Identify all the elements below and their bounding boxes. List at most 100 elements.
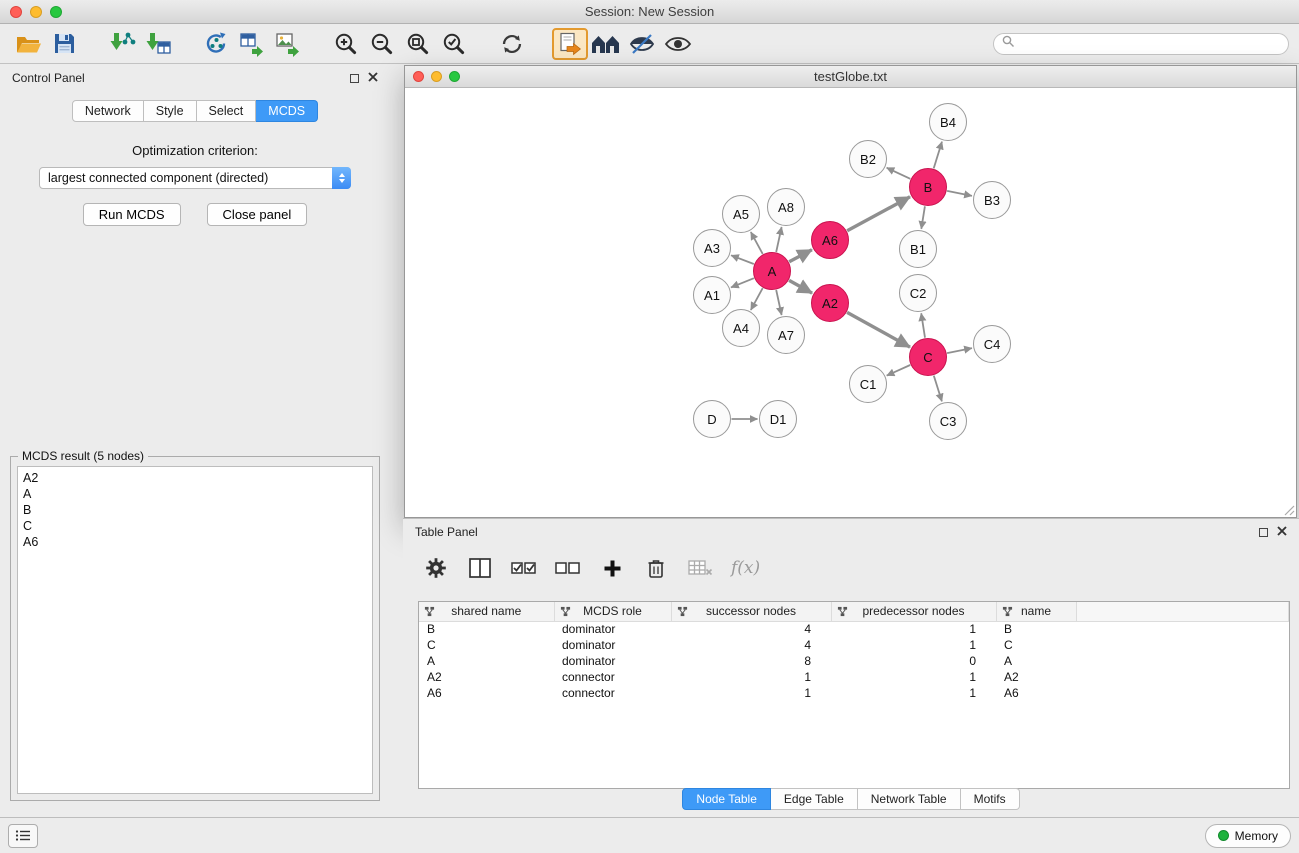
tab-network[interactable]: Network <box>72 100 144 122</box>
zoom-out-icon[interactable] <box>364 28 400 60</box>
zoom-network-window-button[interactable] <box>449 71 460 82</box>
minimize-network-window-button[interactable] <box>431 71 442 82</box>
export-image-icon[interactable] <box>270 28 306 60</box>
delete-columns-icon[interactable] <box>639 552 673 584</box>
network-node-B3[interactable]: B3 <box>973 181 1011 219</box>
network-node-C1[interactable]: C1 <box>849 365 887 403</box>
network-node-C2[interactable]: C2 <box>899 274 937 312</box>
create-column-icon[interactable] <box>595 552 629 584</box>
close-panel-icon[interactable] <box>368 71 378 85</box>
network-edge-A-A8[interactable] <box>776 227 781 252</box>
column-header[interactable]: shared name <box>419 602 554 621</box>
network-node-A4[interactable]: A4 <box>722 309 760 347</box>
show-graphics-details-icon[interactable] <box>660 28 696 60</box>
function-builder-icon[interactable]: f(x) <box>727 552 764 584</box>
network-edge-B-B4[interactable] <box>934 142 942 169</box>
import-network-icon[interactable] <box>104 28 140 60</box>
table-row[interactable]: Adominator80A <box>419 653 1289 669</box>
network-node-D1[interactable]: D1 <box>759 400 797 438</box>
result-item[interactable]: A6 <box>23 534 367 550</box>
result-item[interactable]: A2 <box>23 470 367 486</box>
network-edge-B-B3[interactable] <box>947 191 972 196</box>
table-settings-gear-icon[interactable] <box>419 552 453 584</box>
network-window-titlebar[interactable]: testGlobe.txt <box>405 66 1296 88</box>
network-node-A3[interactable]: A3 <box>693 229 731 267</box>
save-session-icon[interactable] <box>46 28 82 60</box>
import-table-icon[interactable] <box>140 28 176 60</box>
network-edge-A-A3[interactable] <box>731 255 754 264</box>
column-header[interactable]: MCDS role <box>554 602 671 621</box>
open-session-file-icon[interactable] <box>552 28 588 60</box>
refresh-icon[interactable] <box>494 28 530 60</box>
zoom-window-button[interactable] <box>50 6 62 18</box>
network-node-C4[interactable]: C4 <box>973 325 1011 363</box>
result-item[interactable]: A <box>23 486 367 502</box>
network-node-D[interactable]: D <box>693 400 731 438</box>
network-edge-A-A4[interactable] <box>751 288 763 310</box>
network-node-A6[interactable]: A6 <box>811 221 849 259</box>
network-edge-C-C2[interactable] <box>921 313 925 337</box>
network-edge-B-B1[interactable] <box>921 206 925 229</box>
close-window-button[interactable] <box>10 6 22 18</box>
result-item[interactable]: C <box>23 518 367 534</box>
network-node-A1[interactable]: A1 <box>693 276 731 314</box>
network-node-B1[interactable]: B1 <box>899 230 937 268</box>
network-node-B2[interactable]: B2 <box>849 140 887 178</box>
close-network-window-button[interactable] <box>413 71 424 82</box>
delete-table-icon[interactable] <box>683 552 717 584</box>
close-panel-button[interactable]: Close panel <box>207 203 308 226</box>
result-item[interactable]: B <box>23 502 367 518</box>
run-mcds-button[interactable]: Run MCDS <box>83 203 181 226</box>
network-node-A8[interactable]: A8 <box>767 188 805 226</box>
dropdown-stepper-icon[interactable] <box>332 167 351 189</box>
float-table-panel-icon[interactable] <box>1259 528 1268 537</box>
table-row[interactable]: Cdominator41C <box>419 637 1289 653</box>
network-node-A7[interactable]: A7 <box>767 316 805 354</box>
close-table-panel-icon[interactable] <box>1277 525 1287 539</box>
tab-motifs[interactable]: Motifs <box>961 788 1020 810</box>
network-edge-A-A5[interactable] <box>751 232 763 254</box>
tab-node-table[interactable]: Node Table <box>682 788 771 810</box>
task-history-button[interactable] <box>8 824 38 848</box>
column-header[interactable]: name <box>996 602 1076 621</box>
network-edge-A6-B[interactable] <box>847 197 910 231</box>
zoom-fit-icon[interactable] <box>400 28 436 60</box>
new-network-icon[interactable] <box>198 28 234 60</box>
mcds-result-list[interactable]: A2 A B C A6 <box>17 466 373 794</box>
tab-style[interactable]: Style <box>144 100 197 122</box>
export-table-icon[interactable] <box>234 28 270 60</box>
memory-button[interactable]: Memory <box>1205 824 1291 848</box>
column-header[interactable]: predecessor nodes <box>831 602 996 621</box>
network-edge-C-C3[interactable] <box>934 376 942 402</box>
network-node-A2[interactable]: A2 <box>811 284 849 322</box>
network-edge-C-C1[interactable] <box>887 365 911 376</box>
table-row[interactable]: Bdominator41B <box>419 621 1289 637</box>
tab-network-table[interactable]: Network Table <box>858 788 961 810</box>
table-row[interactable]: A2connector11A2 <box>419 669 1289 685</box>
network-edge-A-A6[interactable] <box>789 250 812 262</box>
network-node-A5[interactable]: A5 <box>722 195 760 233</box>
tab-mcds[interactable]: MCDS <box>256 100 318 122</box>
search-box[interactable] <box>993 33 1289 55</box>
show-columns-icon[interactable] <box>463 552 497 584</box>
network-canvas[interactable]: AA6A2BCA1A3A4A5A7A8B1B2B3B4C1C2C3C4DD1 <box>405 89 1296 517</box>
zoom-selected-icon[interactable] <box>436 28 472 60</box>
network-edge-A2-C[interactable] <box>847 312 910 347</box>
criterion-dropdown[interactable]: largest connected component (directed) <box>39 167 351 189</box>
network-edge-A-A1[interactable] <box>731 278 754 287</box>
network-edge-C-C4[interactable] <box>947 348 972 353</box>
show-hide-graphics-icon[interactable] <box>624 28 660 60</box>
float-panel-icon[interactable] <box>350 74 359 83</box>
network-node-C3[interactable]: C3 <box>929 402 967 440</box>
tab-edge-table[interactable]: Edge Table <box>771 788 858 810</box>
open-file-icon[interactable] <box>10 28 46 60</box>
network-node-C[interactable]: C <box>909 338 947 376</box>
table-row[interactable]: A6connector11A6 <box>419 685 1289 701</box>
network-edge-A-A2[interactable] <box>789 280 812 293</box>
search-input[interactable] <box>1020 37 1280 51</box>
network-edge-A-A7[interactable] <box>776 290 781 315</box>
home-icon[interactable] <box>588 28 624 60</box>
resize-grip[interactable] <box>1282 503 1295 516</box>
minimize-window-button[interactable] <box>30 6 42 18</box>
node-table[interactable]: shared nameMCDS rolesuccessor nodesprede… <box>418 601 1290 789</box>
